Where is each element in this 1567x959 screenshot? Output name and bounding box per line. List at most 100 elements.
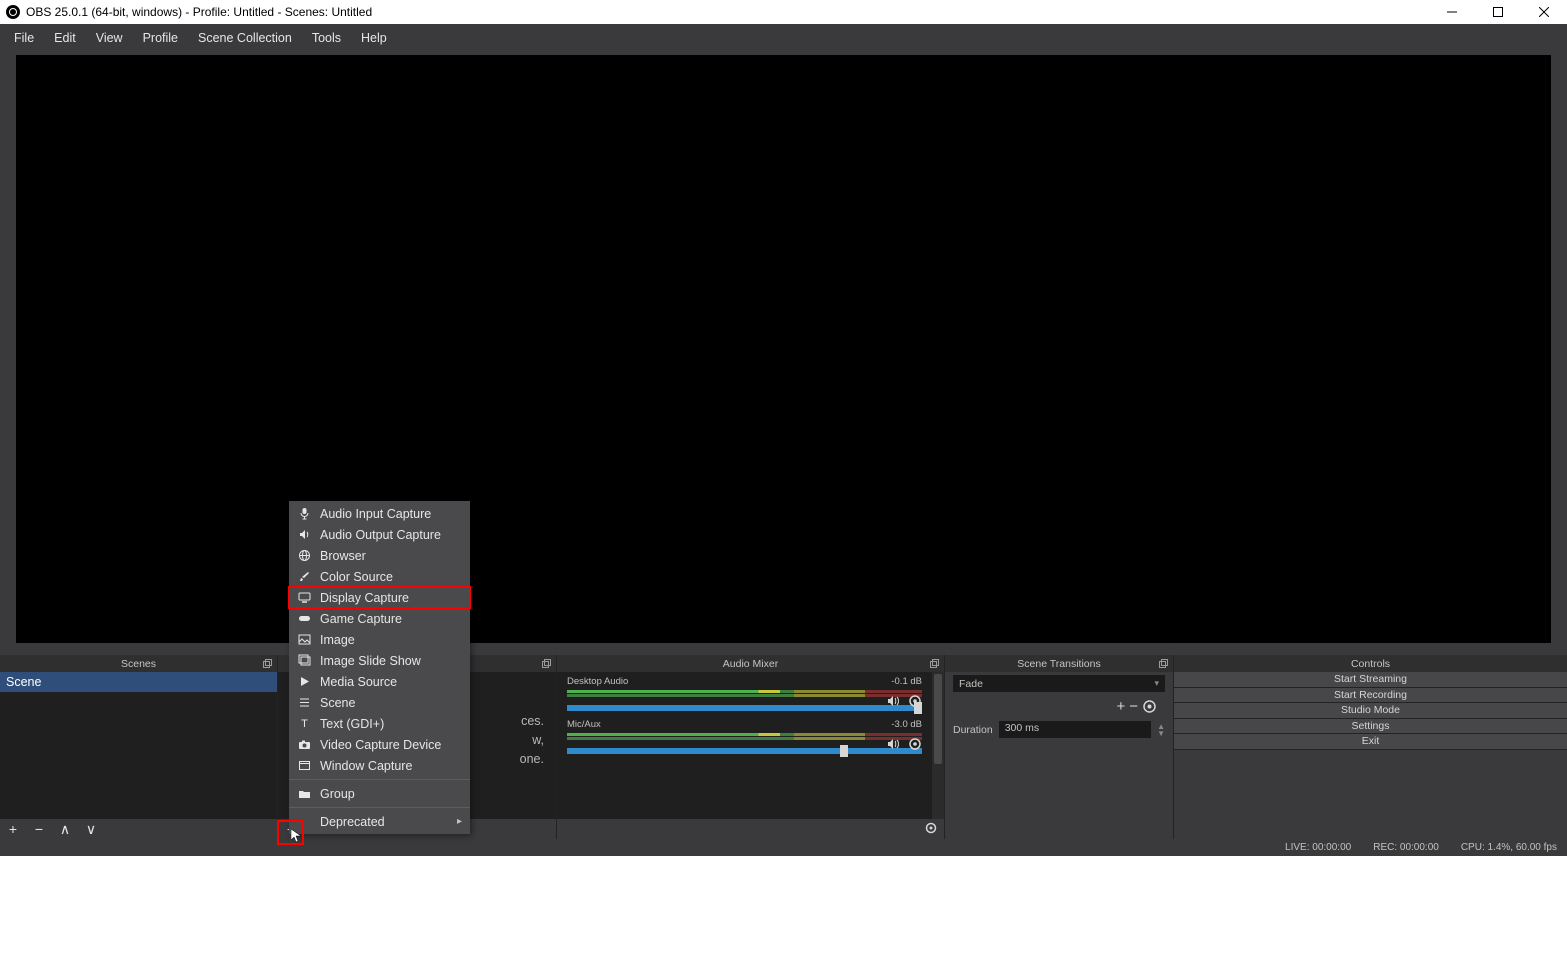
add-source-context-menu: Audio Input Capture Audio Output Capture… (289, 501, 470, 834)
controls-body: Start Streaming Start Recording Studio M… (1174, 672, 1567, 839)
transition-select[interactable]: Fade▾ (953, 675, 1165, 692)
cm-media-source[interactable]: Media Source (289, 671, 470, 692)
window-title: OBS 25.0.1 (64-bit, windows) - Profile: … (26, 5, 372, 19)
transition-settings-button[interactable] (1142, 699, 1157, 714)
cm-group[interactable]: Group (289, 783, 470, 804)
audio-mixer-toolbar (557, 819, 944, 839)
cm-audio-output-capture[interactable]: Audio Output Capture (289, 524, 470, 545)
settings-button[interactable]: Settings (1174, 719, 1567, 735)
controls-dock: Controls Start Streaming Start Recording… (1174, 655, 1567, 839)
cm-browser[interactable]: Browser (289, 545, 470, 566)
scenes-toolbar: + − ∧ ∨ (0, 819, 277, 839)
start-streaming-button[interactable]: Start Streaming (1174, 672, 1567, 688)
brush-icon (297, 569, 312, 584)
dock-popout-icon[interactable] (929, 658, 940, 669)
mixer-channel-db: -3.0 dB (891, 719, 922, 730)
studio-mode-button[interactable]: Studio Mode (1174, 703, 1567, 719)
dock-popout-icon[interactable] (1158, 658, 1169, 669)
mixer-settings-button[interactable] (924, 821, 938, 837)
audio-mixer-header[interactable]: Audio Mixer (557, 655, 944, 672)
scene-up-button[interactable]: ∧ (58, 821, 72, 838)
camera-icon (297, 737, 312, 752)
scenes-list[interactable]: Scene (0, 672, 277, 819)
cm-deprecated[interactable]: Deprecated (289, 811, 470, 832)
mixer-channel-name: Desktop Audio (567, 676, 628, 687)
scene-add-button[interactable]: + (6, 821, 20, 837)
app-logo-icon (6, 5, 20, 19)
menu-scene-collection[interactable]: Scene Collection (188, 27, 302, 49)
mixer-meter (567, 733, 922, 745)
mixer-volume-slider[interactable] (567, 748, 922, 754)
close-button[interactable] (1521, 0, 1567, 24)
menu-help[interactable]: Help (351, 27, 397, 49)
cm-display-capture[interactable]: Display Capture (289, 587, 470, 608)
maximize-button[interactable] (1475, 0, 1521, 24)
cm-color-source[interactable]: Color Source (289, 566, 470, 587)
cm-video-capture-device[interactable]: Video Capture Device (289, 734, 470, 755)
menu-profile[interactable]: Profile (133, 27, 188, 49)
docks-row: Scenes Scene + − ∧ ∨ Sources ces. w, (0, 655, 1567, 839)
scene-transitions-dock: Scene Transitions Fade▾ + − (945, 655, 1174, 839)
speaker-icon[interactable] (886, 737, 900, 751)
dock-popout-icon[interactable] (262, 658, 273, 669)
scene-transitions-title: Scene Transitions (1017, 658, 1100, 670)
statusbar: LIVE: 00:00:00 REC: 00:00:00 CPU: 1.4%, … (0, 839, 1567, 856)
cm-scene[interactable]: Scene (289, 692, 470, 713)
text-icon: T (297, 716, 312, 731)
audio-mixer-dock: Audio Mixer Desktop Audio -0.1 dB (557, 655, 945, 839)
menu-tools[interactable]: Tools (302, 27, 351, 49)
minimize-icon (1447, 7, 1457, 17)
image-icon (297, 632, 312, 647)
blank-icon (297, 814, 312, 829)
dock-popout-icon[interactable] (541, 658, 552, 669)
chevron-down-icon: ▾ (1154, 678, 1159, 689)
scenes-title: Scenes (121, 658, 156, 670)
gear-icon (925, 822, 937, 834)
minimize-button[interactable] (1429, 0, 1475, 24)
scene-down-button[interactable]: ∨ (84, 821, 98, 838)
scene-transitions-header[interactable]: Scene Transitions (945, 655, 1173, 672)
list-icon (297, 695, 312, 710)
monitor-icon (297, 590, 312, 605)
maximize-icon (1493, 7, 1503, 17)
preview-canvas[interactable] (16, 55, 1551, 643)
transition-add-button[interactable]: + (1116, 698, 1125, 715)
menu-view[interactable]: View (86, 27, 133, 49)
cm-image-slide-show[interactable]: Image Slide Show (289, 650, 470, 671)
transition-duration-input[interactable]: 300 ms (999, 721, 1151, 738)
duration-spinner-icon[interactable]: ▲▼ (1157, 723, 1165, 737)
scenes-header[interactable]: Scenes (0, 655, 277, 672)
cm-audio-input-capture[interactable]: Audio Input Capture (289, 503, 470, 524)
gear-icon[interactable] (908, 694, 922, 708)
cm-separator (289, 779, 470, 780)
transition-remove-button[interactable]: − (1129, 698, 1138, 715)
mixer-channel: Mic/Aux -3.0 dB (557, 715, 932, 754)
mixer-volume-slider[interactable] (567, 705, 922, 711)
window-icon (297, 758, 312, 773)
transition-duration-label: Duration (953, 724, 993, 736)
cm-game-capture[interactable]: Game Capture (289, 608, 470, 629)
mixer-channel-db: -0.1 dB (891, 676, 922, 687)
scene-remove-button[interactable]: − (32, 821, 46, 837)
speaker-icon[interactable] (886, 694, 900, 708)
cm-image[interactable]: Image (289, 629, 470, 650)
gear-icon[interactable] (908, 737, 922, 751)
scene-transitions-body: Fade▾ + − Duration 300 ms ▲▼ (945, 672, 1173, 839)
menu-edit[interactable]: Edit (44, 27, 86, 49)
cm-text-gdi[interactable]: T Text (GDI+) (289, 713, 470, 734)
menu-file[interactable]: File (4, 27, 44, 49)
cm-separator (289, 807, 470, 808)
exit-button[interactable]: Exit (1174, 734, 1567, 750)
scene-item[interactable]: Scene (0, 672, 277, 692)
mixer-scrollbar[interactable] (932, 672, 944, 819)
slideshow-icon (297, 653, 312, 668)
start-recording-button[interactable]: Start Recording (1174, 688, 1567, 704)
globe-icon (297, 548, 312, 563)
controls-header[interactable]: Controls (1174, 655, 1567, 672)
gear-icon (1142, 699, 1157, 714)
folder-icon (297, 786, 312, 801)
speaker-icon (297, 527, 312, 542)
cm-window-capture[interactable]: Window Capture (289, 755, 470, 776)
preview-area (0, 51, 1567, 655)
mixer-channel-name: Mic/Aux (567, 719, 601, 730)
